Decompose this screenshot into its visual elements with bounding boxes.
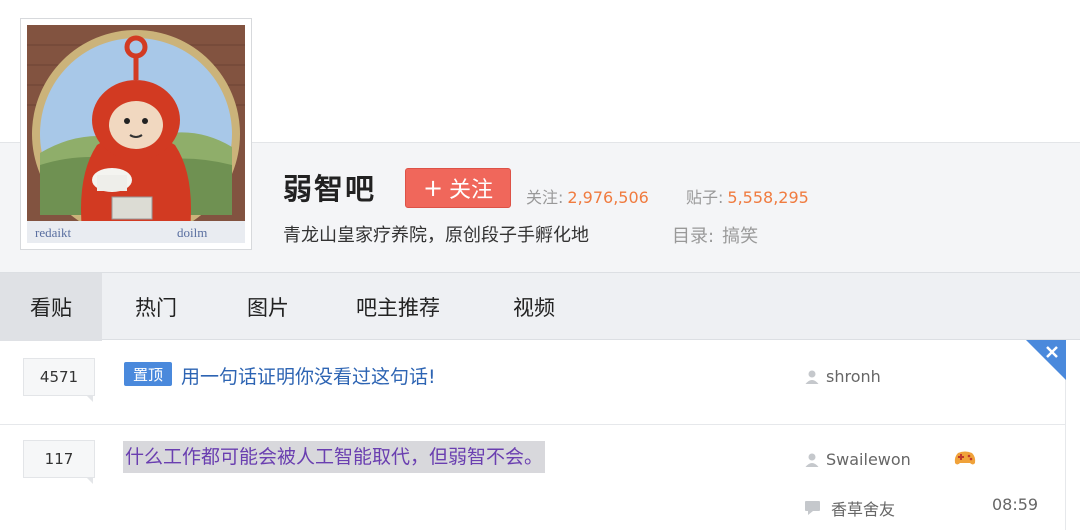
svg-text:redaikt: redaikt	[35, 225, 71, 240]
follow-stat-label: 关注:	[526, 188, 564, 207]
thread-list: 4571 置顶 用一句话证明你没看过这句话! shronh 117 什么工作都可…	[0, 340, 1080, 530]
tab-hot[interactable]: 热门	[110, 273, 202, 341]
last-reply-time: 08:59	[992, 495, 1039, 514]
row-divider	[0, 424, 1066, 425]
reply-count: 117	[23, 440, 95, 484]
follow-button[interactable]: + 关注	[405, 168, 511, 208]
forum-tabs: 看贴 热门 图片 吧主推荐 视频	[0, 272, 1080, 341]
plus-icon: +	[422, 174, 444, 202]
posts-stat-count: 5,558,295	[727, 188, 809, 207]
thread-title[interactable]: 什么工作都可能会被人工智能取代，但弱智不会。	[123, 441, 546, 473]
forum-avatar[interactable]: redaikt doilm	[20, 18, 252, 250]
reply-count: 4571	[23, 358, 95, 402]
user-icon	[805, 370, 819, 384]
pinned-badge: 置顶	[124, 362, 172, 386]
svg-text:doilm: doilm	[177, 225, 207, 240]
last-reply[interactable]: 香草舍友	[804, 496, 895, 520]
forum-catalog: 目录: 搞笑	[672, 222, 758, 248]
follow-stat-count: 2,976,506	[567, 188, 649, 207]
user-icon	[805, 453, 819, 467]
catalog-label: 目录:	[672, 226, 715, 247]
game-controller-icon	[954, 451, 976, 465]
forum-avatar-image: redaikt doilm	[27, 25, 245, 243]
posts-stat-label: 贴子:	[686, 188, 724, 207]
follow-button-label: 关注	[449, 178, 494, 203]
tab-images[interactable]: 图片	[222, 273, 314, 341]
follow-stat: 关注: 2,976,506	[526, 184, 649, 208]
author-name: Swailewon	[826, 450, 911, 469]
close-icon[interactable]	[1026, 340, 1066, 380]
thread-author[interactable]: Swailewon	[804, 450, 911, 469]
forum-name: 弱智吧	[283, 172, 377, 206]
author-name: shronh	[826, 367, 881, 386]
catalog-link[interactable]: 搞笑	[722, 226, 758, 247]
tab-moderator-picks[interactable]: 吧主推荐	[332, 273, 464, 341]
thread-title[interactable]: 用一句话证明你没看过这句话!	[181, 362, 436, 389]
tab-videos[interactable]: 视频	[488, 273, 580, 341]
posts-stat: 贴子: 5,558,295	[686, 184, 809, 208]
tab-posts[interactable]: 看贴	[0, 273, 102, 341]
thread-author[interactable]: shronh	[804, 367, 881, 386]
comment-icon	[805, 501, 820, 515]
forum-slogan: 青龙山皇家疗养院，原创段子手孵化地	[283, 225, 589, 246]
last-reply-user: 香草舍友	[831, 500, 896, 519]
